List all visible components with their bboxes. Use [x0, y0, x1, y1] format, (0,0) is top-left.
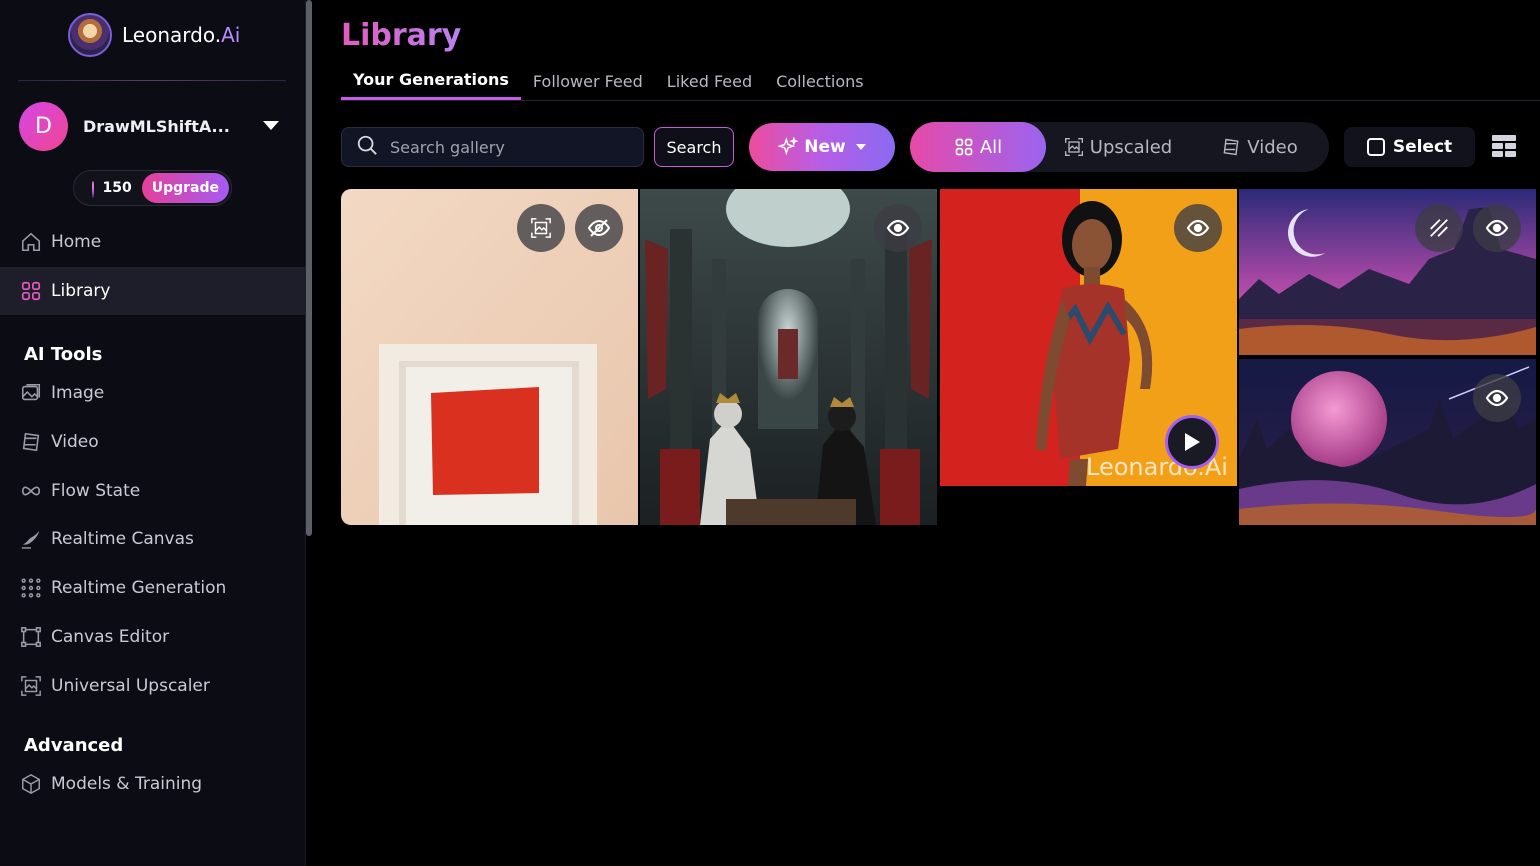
film-icon: [19, 430, 43, 454]
sidebar-item-canvas-editor[interactable]: Canvas Editor: [0, 613, 306, 661]
home-icon: [19, 230, 43, 254]
film-icon: [1221, 137, 1241, 157]
infinity-icon: [19, 479, 43, 503]
token-icon: [92, 181, 95, 195]
sidebar-item-home[interactable]: Home: [0, 218, 306, 266]
sidebar-item-video[interactable]: Video: [0, 418, 306, 466]
sidebar-item-label: Home: [51, 232, 102, 252]
select-button[interactable]: Select: [1344, 127, 1475, 167]
sidebar-item-realtime-generation[interactable]: Realtime Generation: [0, 564, 306, 612]
search-button[interactable]: Search: [654, 127, 734, 167]
grid-icon: [19, 279, 43, 303]
sidebar-item-label: Canvas Editor: [51, 627, 170, 647]
tab-your-generations[interactable]: Your Generations: [341, 62, 521, 100]
caret-down-icon: [855, 144, 866, 150]
eye-off-icon[interactable]: [575, 204, 623, 252]
section-ai-tools: AI Tools: [24, 344, 103, 365]
cube-icon: [19, 772, 43, 796]
sidebar-item-library[interactable]: Library: [0, 267, 306, 315]
sidebar-scrollbar[interactable]: [306, 0, 312, 536]
eye-icon[interactable]: [1473, 374, 1521, 422]
section-advanced: Advanced: [24, 735, 124, 756]
upscale-icon: [1064, 137, 1084, 157]
sidebar-divider: [18, 80, 286, 81]
brand[interactable]: Leonardo.Ai: [68, 12, 240, 58]
gallery-image-alien-landscape-2[interactable]: [1239, 359, 1536, 525]
filter-label: Video: [1247, 136, 1298, 158]
filter-all[interactable]: All: [910, 122, 1046, 172]
canvas-frame-icon: [19, 625, 43, 649]
sidebar-item-models-training[interactable]: Models & Training: [0, 760, 306, 808]
hatch-icon[interactable]: [1415, 204, 1463, 252]
search-input[interactable]: [390, 137, 630, 157]
sidebar-item-label: Realtime Canvas: [51, 529, 194, 549]
filter-label: Upscaled: [1089, 136, 1173, 158]
upscale-icon: [19, 674, 43, 698]
gallery-image-chess-kings[interactable]: [640, 189, 937, 525]
layout-toggle-icon[interactable]: [1492, 135, 1516, 159]
sidebar-item-label: Video: [51, 432, 99, 452]
select-label: Select: [1392, 137, 1453, 157]
checkbox-icon: [1366, 138, 1385, 156]
sidebar: Leonardo.Ai D DrawMLShiftA... 150 Upgrad…: [0, 0, 306, 866]
sparkle-icon: [778, 137, 799, 157]
sidebar-item-label: Realtime Generation: [51, 578, 227, 598]
filter-video[interactable]: Video: [1190, 122, 1329, 172]
sidebar-item-label: Flow State: [51, 481, 141, 501]
sidebar-item-flow-state[interactable]: Flow State: [0, 467, 306, 515]
filter-upscaled[interactable]: Upscaled: [1046, 122, 1190, 172]
brand-name: Leonardo.: [122, 23, 222, 47]
tab-collections[interactable]: Collections: [764, 62, 875, 100]
credits-pill: 150 Upgrade: [73, 170, 232, 206]
tab-follower-feed[interactable]: Follower Feed: [521, 62, 655, 100]
sidebar-item-universal-upscaler[interactable]: Universal Upscaler: [0, 662, 306, 710]
filter-group: All Upscaled Video: [910, 122, 1329, 172]
grid-icon: [954, 137, 974, 157]
gallery-image-red-square[interactable]: [341, 189, 638, 525]
library-tabs: Your Generations Follower Feed Liked Fee…: [341, 62, 876, 102]
brand-logo-icon: [68, 13, 112, 57]
brush-icon: [19, 527, 43, 551]
tabs-divider: [341, 100, 1540, 101]
image-icon: [19, 381, 43, 405]
sidebar-item-realtime-canvas[interactable]: Realtime Canvas: [0, 515, 306, 563]
upgrade-button[interactable]: Upgrade: [141, 173, 229, 203]
sidebar-item-label: Models & Training: [51, 774, 203, 794]
gallery-image-alien-landscape-1[interactable]: [1239, 189, 1536, 355]
new-button-label: New: [804, 137, 846, 157]
filter-label: All: [979, 136, 1003, 158]
brand-suffix: Ai: [221, 23, 241, 47]
credit-count: 150: [102, 180, 132, 196]
new-button[interactable]: New: [749, 123, 895, 171]
eye-icon[interactable]: [1174, 204, 1222, 252]
tab-liked-feed[interactable]: Liked Feed: [655, 62, 764, 100]
username: DrawMLShiftA...: [83, 116, 230, 136]
user-menu[interactable]: D DrawMLShiftA...: [19, 101, 287, 151]
eye-icon[interactable]: [1473, 204, 1521, 252]
caret-down-icon[interactable]: [263, 121, 279, 130]
upscale-icon[interactable]: [517, 204, 565, 252]
sidebar-item-label: Image: [51, 383, 105, 403]
sidebar-item-label: Library: [51, 281, 111, 301]
dot-grid-icon: [19, 576, 43, 600]
sidebar-item-label: Universal Upscaler: [51, 676, 210, 696]
search-icon: [356, 134, 378, 160]
page-title: Library: [341, 18, 462, 53]
play-icon[interactable]: [1165, 415, 1219, 469]
gallery-video-fashion-model[interactable]: Leonardo.Ai: [940, 189, 1237, 486]
sidebar-item-image[interactable]: Image: [0, 369, 306, 417]
avatar: D: [19, 101, 68, 151]
search-box: [341, 127, 644, 167]
eye-icon[interactable]: [874, 204, 922, 252]
